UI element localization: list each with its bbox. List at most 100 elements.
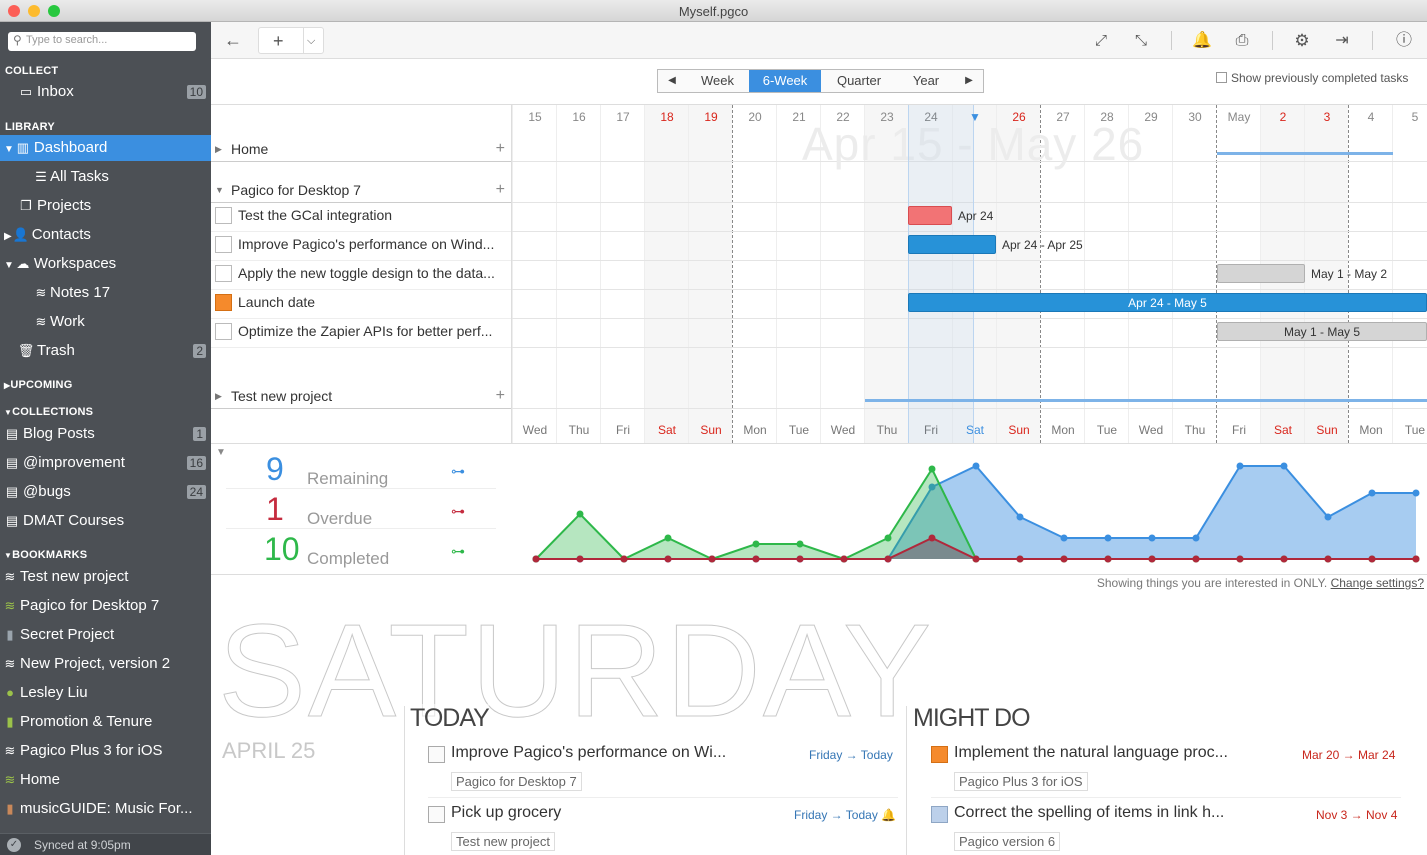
task-checkbox[interactable] — [931, 746, 948, 763]
bookmarks-header[interactable]: ▼BOOKMARKS — [4, 549, 87, 561]
collection-icon: ▤ — [5, 426, 19, 441]
sidebar-item-label: musicGUIDE: Music For... — [20, 800, 193, 817]
notifications-button[interactable]: 🔔 — [1192, 27, 1212, 54]
expand-button[interactable]: ⤢ — [1091, 27, 1111, 54]
today-column — [908, 105, 974, 443]
today-header: TODAY — [410, 704, 490, 733]
completed-point — [664, 534, 672, 542]
sidebar-bookmark[interactable]: ≋ Pagico for Desktop 7 — [0, 593, 211, 619]
add-button[interactable]: + ⌵ — [258, 27, 324, 54]
might-do-header: MIGHT DO — [913, 704, 1031, 733]
chevron-down-icon[interactable]: ⌵ — [307, 28, 315, 55]
group-row-pagico-desktop[interactable]: ▼ Pagico for Desktop 7 + — [211, 181, 511, 203]
tab-6-week[interactable]: 6-Week — [749, 70, 821, 92]
sidebar-item-projects[interactable]: ❐ Projects — [0, 193, 211, 219]
task-checkbox[interactable] — [428, 806, 445, 823]
project-tag[interactable]: Pagico for Desktop 7 — [451, 772, 582, 791]
collections-header[interactable]: ▼COLLECTIONS — [4, 406, 93, 418]
task-checkbox[interactable] — [215, 265, 232, 282]
remaining-point — [1412, 489, 1420, 497]
show-completed-toggle[interactable]: Show previously completed tasks — [1216, 71, 1408, 85]
sidebar-item-work[interactable]: ≋ Work — [0, 309, 211, 335]
sidebar-item-trash[interactable]: 🗑 Trash 2 — [0, 338, 211, 364]
sidebar-item-dashboard[interactable]: ▼ ▥ Dashboard — [0, 135, 211, 161]
task-checkbox[interactable] — [215, 236, 232, 253]
settings-button[interactable]: ⚙ — [1292, 27, 1312, 54]
sidebar-bookmark[interactable]: ≋ Home — [0, 767, 211, 793]
export-button[interactable]: ⇥ — [1332, 27, 1352, 54]
tab-week[interactable]: Week — [686, 70, 749, 92]
sidebar-item-label: Trash — [37, 342, 75, 359]
sidebar-bookmark[interactable]: ≋ Pagico Plus 3 for iOS — [0, 738, 211, 764]
task-row[interactable]: Optimize the Zapier APIs for better perf… — [211, 319, 511, 348]
sidebar-bookmark[interactable]: ▮ Promotion & Tenure — [0, 709, 211, 735]
search-input[interactable]: ⚲ Type to search... — [8, 32, 196, 51]
project-tag[interactable]: Pagico version 6 — [954, 832, 1061, 851]
collapse-triangle-icon[interactable]: ▼ — [216, 447, 226, 458]
task-checkbox[interactable] — [215, 323, 232, 340]
show-completed-checkbox[interactable] — [1216, 72, 1227, 83]
day-number: 15 — [528, 110, 542, 124]
sidebar-item-workspaces[interactable]: ▼ ☁ Workspaces — [0, 251, 211, 277]
task-bar[interactable] — [908, 235, 996, 254]
sidebar-item-inbox[interactable]: ▭ Inbox 10 — [0, 79, 211, 105]
tab-year[interactable]: Year — [897, 70, 955, 92]
overdue-point — [1324, 555, 1332, 563]
project-tag[interactable]: Test new project — [451, 832, 555, 851]
task-row[interactable]: Launch date — [211, 290, 511, 319]
project-tag[interactable]: Pagico Plus 3 for iOS — [954, 772, 1088, 791]
might-do-task[interactable]: Implement the natural language proc... — [931, 744, 1228, 763]
change-settings-link[interactable]: Change settings? — [1331, 576, 1424, 590]
sidebar-item-label: Test new project — [20, 568, 129, 585]
add-task-button[interactable]: + — [496, 140, 505, 158]
sidebar-bookmark[interactable]: ● Lesley Liu — [0, 680, 211, 706]
task-checkbox[interactable] — [931, 806, 948, 823]
sidebar-item-contacts[interactable]: ▶👤 Contacts — [0, 222, 211, 248]
task-row[interactable]: Improve Pagico's performance on Wind... — [211, 232, 511, 261]
today-task[interactable]: Pick up grocery — [428, 804, 561, 823]
might-do-task[interactable]: Correct the spelling of items in link h.… — [931, 804, 1224, 823]
task-bar[interactable]: May 1 - May 5 — [1217, 322, 1427, 341]
sidebar-item-collection[interactable]: ▤ DMAT Courses — [0, 508, 211, 534]
today-task[interactable]: Improve Pagico's performance on Wi... — [428, 744, 727, 763]
sidebar-item-collection[interactable]: ▤ @bugs 24 — [0, 479, 211, 505]
triangle-left-icon: ◀ — [668, 75, 676, 86]
task-row[interactable]: Test the GCal integration — [211, 203, 511, 232]
add-task-button[interactable]: + — [496, 387, 505, 405]
sidebar-item-notes[interactable]: ≋ Notes 17 — [0, 280, 211, 306]
sidebar-bookmark[interactable]: ▮ Secret Project — [0, 622, 211, 648]
home-span-bar — [1217, 152, 1393, 155]
sidebar-bookmark[interactable]: ≋ New Project, version 2 — [0, 651, 211, 677]
back-button[interactable]: ← — [223, 27, 243, 54]
task-bar[interactable] — [1217, 264, 1305, 283]
info-button[interactable]: ⓘ — [1394, 27, 1414, 54]
previous-range-button[interactable]: ◀ — [658, 70, 686, 92]
tab-quarter[interactable]: Quarter — [821, 70, 897, 92]
stats-panel: ▼ 9 Remaining ⊶ 1 Overdue ⊶ 10 Completed… — [211, 443, 1427, 575]
add-task-button[interactable]: + — [496, 181, 505, 199]
task-checkbox[interactable] — [215, 207, 232, 224]
day-name: Fri — [616, 423, 630, 437]
bookmarks-label: BOOKMARKS — [12, 549, 88, 561]
print-button[interactable]: ⎙ — [1231, 27, 1253, 54]
sidebar-bookmark[interactable]: ▮ musicGUIDE: Music For... — [0, 796, 211, 822]
sidebar-bookmark[interactable]: ≋ Test new project — [0, 564, 211, 590]
task-bar[interactable] — [908, 206, 952, 225]
milestone-checkbox[interactable] — [215, 294, 232, 311]
sidebar-item-all-tasks[interactable]: ☰ All Tasks — [0, 164, 211, 190]
next-range-button[interactable]: ▶ — [955, 70, 983, 92]
upcoming-header[interactable]: ▶UPCOMING — [4, 379, 72, 391]
task-label: Optimize the Zapier APIs for better perf… — [238, 323, 493, 339]
day-name: Sun — [700, 423, 722, 437]
task-title: Improve Pagico's performance on Wi... — [451, 744, 727, 761]
sidebar-item-collection[interactable]: ▤ @improvement 16 — [0, 450, 211, 476]
day-name: Tue — [1404, 423, 1426, 437]
sidebar-item-collection[interactable]: ▤ Blog Posts 1 — [0, 421, 211, 447]
task-checkbox[interactable] — [428, 746, 445, 763]
group-row-test-project[interactable]: ▶ Test new project + — [211, 387, 511, 409]
task-row[interactable]: Apply the new toggle design to the data.… — [211, 261, 511, 290]
task-bar[interactable]: Apr 24 - May 5 — [908, 293, 1427, 312]
day-number: 17 — [616, 110, 630, 124]
group-row-home[interactable]: ▶ Home + — [211, 140, 511, 162]
collapse-button[interactable]: ⤡ — [1131, 27, 1151, 54]
